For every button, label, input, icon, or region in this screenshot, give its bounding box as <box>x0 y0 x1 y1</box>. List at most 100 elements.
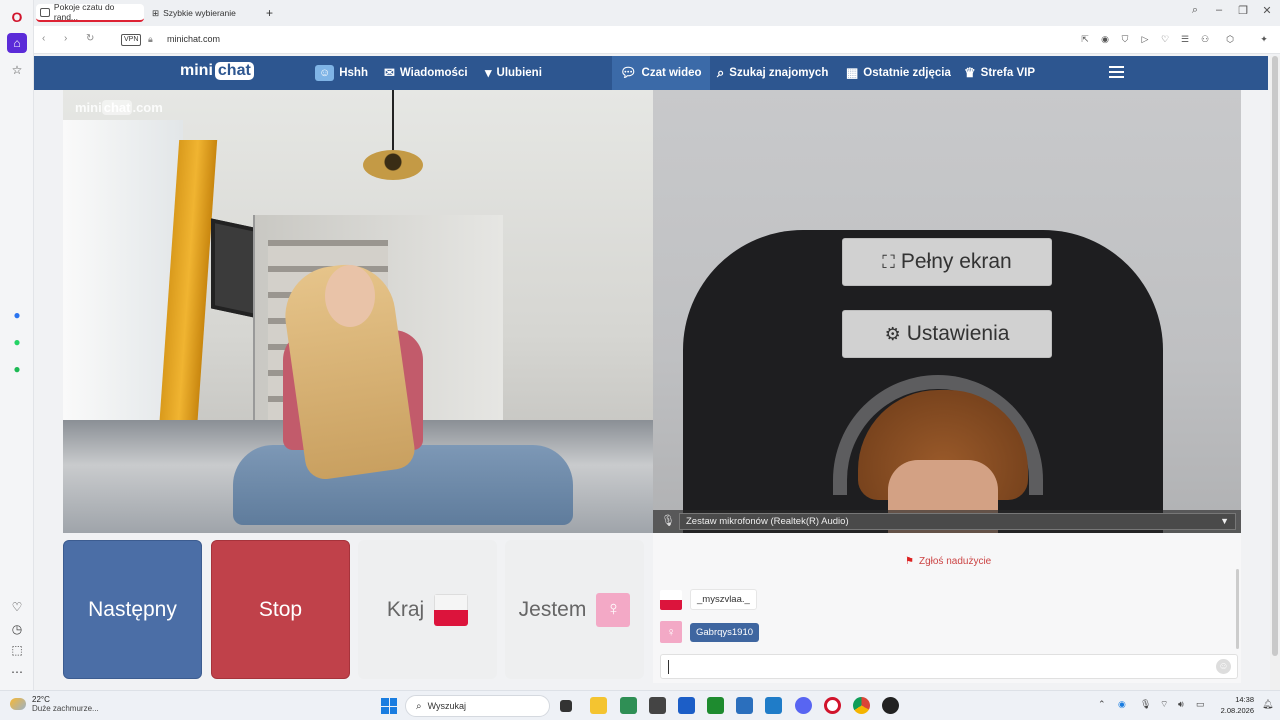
opera-icon[interactable] <box>824 697 841 714</box>
close-icon[interactable]: ✕ <box>1258 4 1276 17</box>
app-icon[interactable] <box>765 697 782 714</box>
tab-minichat[interactable]: Pokoje czatu do rand... <box>36 2 144 22</box>
home-icon[interactable]: ⌂ <box>7 33 27 53</box>
scrollbar-thumb[interactable] <box>1272 56 1278 656</box>
bookmark-icon: ▾ <box>485 65 492 80</box>
nav-recent-photos[interactable]: ▦ Ostatnie zdjęcia <box>846 56 951 90</box>
restore-icon[interactable]: ❐ <box>1234 4 1252 17</box>
stop-button[interactable]: Stop <box>211 540 350 679</box>
nav-video-chat[interactable]: 💬︎ Czat wideo <box>612 56 710 90</box>
country-filter-button[interactable]: Kraj <box>358 540 497 679</box>
file-explorer-icon[interactable] <box>590 697 607 714</box>
fullscreen-button[interactable]: ⛶ Pełny ekran <box>842 238 1052 286</box>
nav-find-friends[interactable]: ⌕ Szukaj znajomych <box>717 56 828 90</box>
chat-message: _myszvlaa._ <box>660 589 757 610</box>
chat-username[interactable]: _myszvlaa._ <box>690 589 757 610</box>
camera-icon[interactable]: ◉ <box>1099 34 1111 45</box>
lock-icon[interactable]: 🔒︎ <box>148 34 153 45</box>
new-tab-button[interactable]: + <box>262 4 277 22</box>
shield-icon[interactable]: ⛉ <box>1119 34 1131 45</box>
tab-speed-dial[interactable]: ⊞ Szybkie wybieranie <box>148 4 258 22</box>
cube-icon[interactable]: ⬚ <box>7 640 27 660</box>
opera-logo-icon[interactable]: O <box>7 7 27 27</box>
emoji-icon[interactable]: ☺ <box>1216 659 1231 674</box>
wifi-icon[interactable]: ⌔ <box>1160 699 1168 710</box>
minichat-logo[interactable]: mini chat <box>180 62 254 80</box>
nav-favorites[interactable]: ▾ Ulubieni <box>485 56 542 90</box>
mic-device-select[interactable]: Zestaw mikrofonów (Realtek(R) Audio) ▼ <box>679 513 1236 530</box>
outlook-icon[interactable] <box>736 697 753 714</box>
report-abuse-link[interactable]: ⚑ Zgłoś nadużycie <box>905 556 991 567</box>
gender-button[interactable]: Jestem ♀ <box>505 540 644 679</box>
nav-vip-zone[interactable]: ♛ Strefa VIP <box>964 56 1035 90</box>
gender-label: Jestem <box>518 597 587 621</box>
messenger-icon[interactable]: ● <box>7 305 27 325</box>
menu-icon[interactable] <box>1109 66 1124 81</box>
reload-icon[interactable]: ↻ <box>86 33 94 44</box>
chat-panel: ⚑ Zgłoś nadużycie _myszvlaa._ ♀ Gabrqys1… <box>653 533 1241 683</box>
address-bar: ‹ › ↻ VPN 🔒︎ minichat.com ⇱ ◉ ⛉ ▷ ♡ ☰ ⚇ … <box>34 26 1280 54</box>
poland-flag-icon <box>434 593 469 626</box>
discord-icon[interactable] <box>795 697 812 714</box>
windows-taskbar: 22°C Duże zachmurze... ⌕ Wyszukaj ⌃ ◉ 🎙︎… <box>0 690 1280 720</box>
nav-label: Strefa VIP <box>980 67 1035 79</box>
heart-icon[interactable]: ♡ <box>7 597 27 617</box>
store-icon[interactable] <box>620 697 637 714</box>
chat-input[interactable]: ☺ <box>660 654 1238 679</box>
extensions-icon[interactable]: ⬡ <box>1224 34 1236 45</box>
taskbar-search[interactable]: ⌕ Wyszukaj <box>405 695 550 717</box>
clock-time: 14:38 <box>1235 695 1254 704</box>
chat-username[interactable]: Gabrqys1910 <box>690 622 760 642</box>
site-navbar: mini chat ☺ Hshh ✉ Wiadomości ▾ Ulubieni… <box>34 56 1268 90</box>
taskbar-clock[interactable]: 14:38 2.08.2026 <box>1214 694 1254 716</box>
profile-icon[interactable]: ⚇ <box>1199 34 1211 45</box>
windows-start-icon[interactable] <box>381 698 397 714</box>
whatsapp-icon[interactable]: ● <box>7 332 27 352</box>
minimize-icon[interactable]: – <box>1210 4 1228 16</box>
page-scrollbar[interactable] <box>1270 56 1280 690</box>
country-label: Kraj <box>386 597 425 621</box>
send-icon[interactable]: ⇱ <box>1079 34 1091 45</box>
next-button[interactable]: Następny <box>63 540 202 679</box>
scene-lamp-cord <box>392 90 394 155</box>
battery-icon[interactable]: ▭ <box>1196 699 1205 710</box>
aria-icon[interactable]: ✦ <box>1258 34 1270 45</box>
vpn-badge[interactable]: VPN <box>121 34 142 46</box>
spotify-icon[interactable]: ● <box>7 359 27 379</box>
forward-icon[interactable]: › <box>64 33 67 44</box>
notification-bell-icon[interactable]: 🔔︎ <box>1262 699 1273 710</box>
chevron-down-icon: ▼ <box>1220 516 1229 526</box>
chat-scrollbar[interactable] <box>1236 569 1239 649</box>
tray-chevron-up-icon[interactable]: ⌃ <box>1098 699 1106 710</box>
app-icon[interactable] <box>649 697 666 714</box>
settings-label: Ustawienia <box>906 322 1010 345</box>
more-icon[interactable]: ⋯ <box>7 662 27 682</box>
tray-mic-icon[interactable]: 🎙︎ <box>1140 699 1151 710</box>
tray-app-icon[interactable]: ◉ <box>1118 699 1126 710</box>
list-icon[interactable]: ☰ <box>1179 34 1191 45</box>
play-icon[interactable]: ▷ <box>1139 34 1151 45</box>
task-view-icon[interactable] <box>560 700 572 712</box>
settings-button[interactable]: ⚙ Ustawienia <box>842 310 1052 358</box>
editor-icon[interactable] <box>678 697 695 714</box>
xbox-icon[interactable] <box>707 697 724 714</box>
search-tabs-icon[interactable]: ⌕ <box>1186 4 1204 17</box>
chrome-icon[interactable] <box>853 697 870 714</box>
nav-label: Hshh <box>339 67 368 79</box>
crown-icon: ♛ <box>964 65 976 80</box>
url-field[interactable]: minichat.com <box>167 34 220 44</box>
envelope-icon: ✉ <box>384 65 395 80</box>
history-icon[interactable]: ◷ <box>7 619 27 639</box>
scene-lamp <box>363 150 423 180</box>
nav-messages[interactable]: ✉ Wiadomości <box>384 56 468 90</box>
volume-icon[interactable]: 🔊︎ <box>1178 699 1184 710</box>
app-icon[interactable] <box>882 697 899 714</box>
heart-icon[interactable]: ♡ <box>1159 34 1171 45</box>
opera-sidebar: O ⌂ ☆ ● ● ● ♡ ◷ ⬚ ⋯ <box>0 0 34 690</box>
clock-date: 2.08.2026 <box>1220 706 1254 715</box>
back-icon[interactable]: ‹ <box>42 33 45 44</box>
weather-widget[interactable]: 22°C Duże zachmurze... <box>10 695 99 713</box>
fullscreen-icon: ⛶ <box>882 251 895 272</box>
nav-profile[interactable]: ☺ Hshh <box>315 56 368 90</box>
star-icon[interactable]: ☆ <box>7 60 27 80</box>
